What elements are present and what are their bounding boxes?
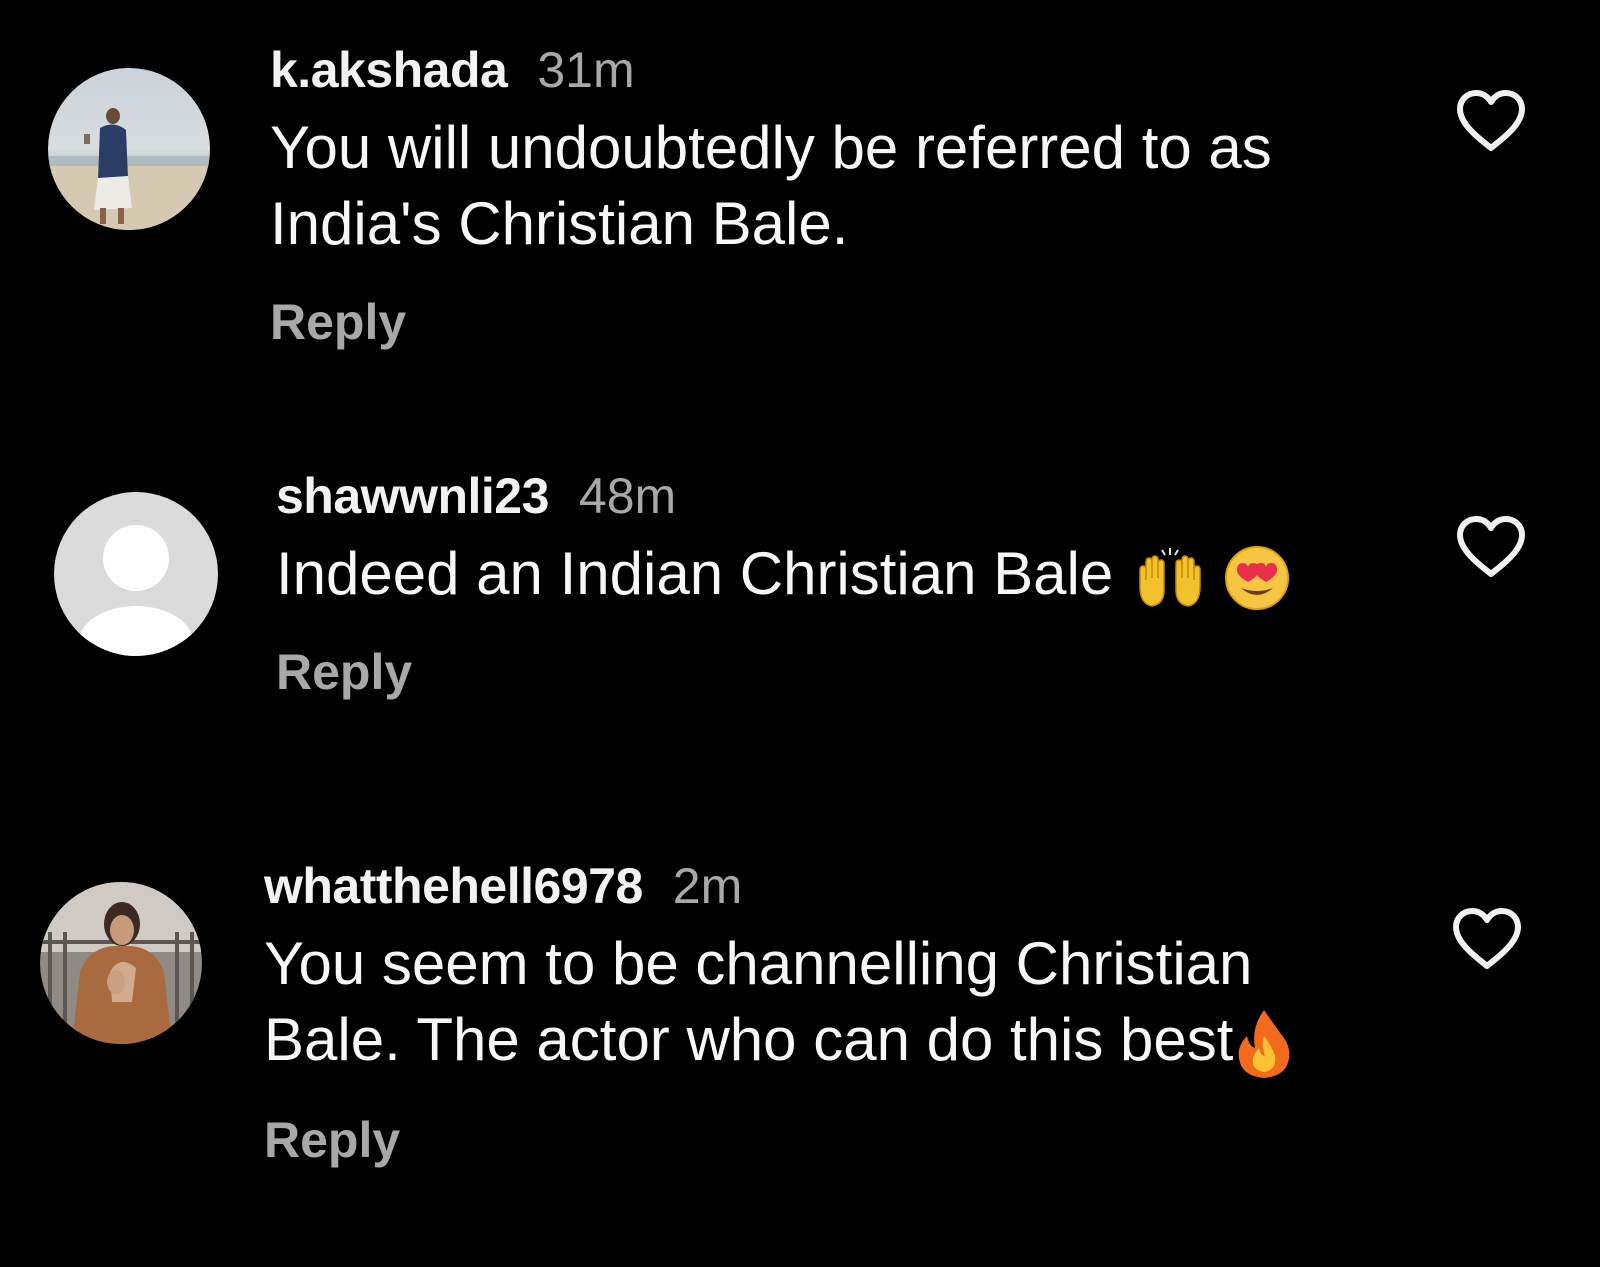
comment-text-line: Indeed an Indian Christian Bale (276, 540, 1114, 607)
reply-button[interactable]: Reply (264, 1110, 1293, 1170)
like-button[interactable] (1454, 514, 1528, 580)
comment-text: You will undoubtedly be referred to as I… (270, 110, 1272, 262)
heart-outline-icon (1453, 908, 1521, 969)
user-avatar[interactable] (48, 68, 210, 230)
like-button[interactable] (1454, 88, 1528, 154)
comment-timestamp: 31m (537, 42, 635, 98)
comment-timestamp: 2m (672, 858, 743, 914)
comment-text: You seem to be channelling Christian Bal… (264, 926, 1293, 1080)
comment-text-line: India's Christian Bale. (270, 190, 849, 257)
heart-eyes-emoji (1223, 544, 1291, 612)
user-avatar[interactable] (54, 492, 218, 656)
comment-text-line: You will undoubtedly be referred to as (270, 114, 1272, 181)
heart-outline-icon (1457, 516, 1525, 577)
comment-text-line: Bale. The actor who can do this best (264, 1006, 1234, 1073)
profile-photo-beach-icon (48, 68, 210, 230)
comment-username[interactable]: k.akshada (270, 42, 508, 98)
heart-outline-icon (1457, 90, 1525, 151)
reply-button[interactable]: Reply (276, 642, 1291, 702)
comment-text-line: You seem to be channelling Christian (264, 930, 1253, 997)
profile-photo-person-icon (40, 882, 202, 1044)
comment-username[interactable]: shawwnli23 (276, 468, 549, 524)
like-button[interactable] (1450, 906, 1524, 972)
comment-timestamp: 48m (578, 468, 677, 524)
user-avatar[interactable] (40, 882, 202, 1044)
default-avatar-icon (54, 492, 218, 656)
comment-text: Indeed an Indian Christian Bale (276, 536, 1291, 612)
fire-emoji (1235, 1008, 1293, 1080)
comment-username[interactable]: whatthehell6978 (264, 858, 643, 914)
raising-hands-emoji (1134, 546, 1206, 610)
reply-button[interactable]: Reply (270, 292, 1272, 352)
